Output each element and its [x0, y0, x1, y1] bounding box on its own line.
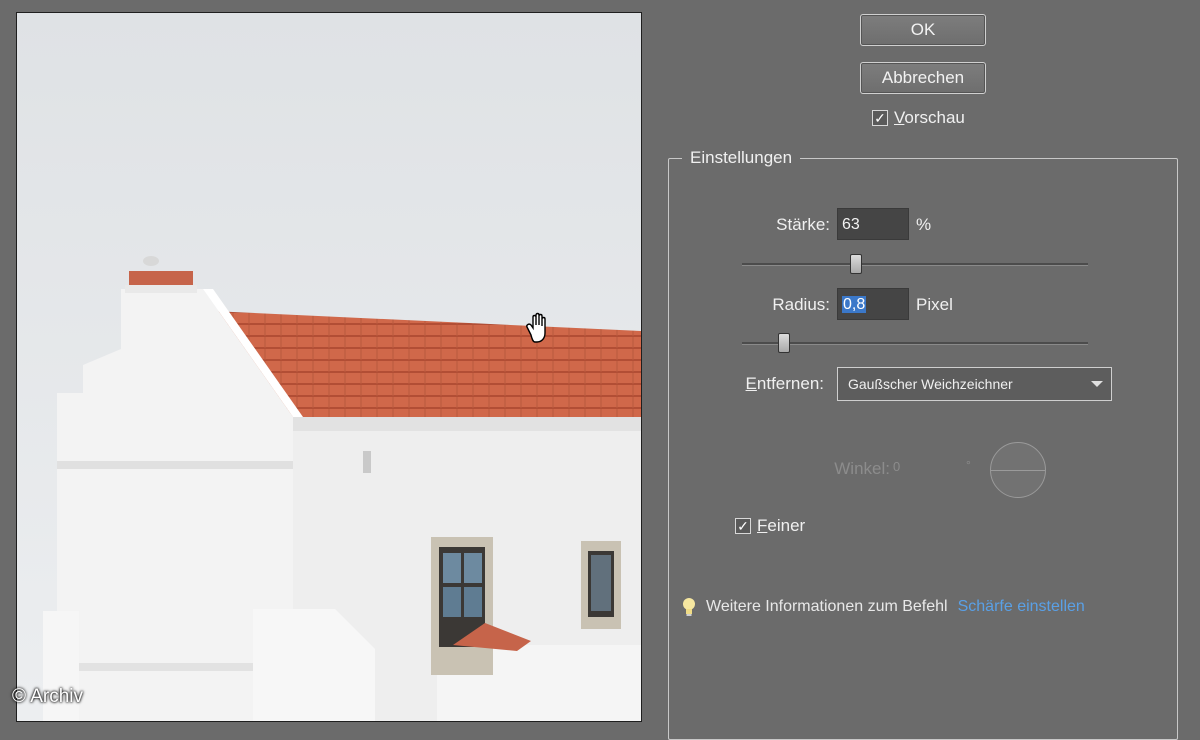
finer-checkmark-icon[interactable]: ✓	[735, 518, 751, 534]
house-photo	[17, 13, 641, 721]
settings-group	[668, 158, 1178, 740]
angle-dial-icon[interactable]	[990, 442, 1046, 498]
settings-legend: Einstellungen	[682, 148, 801, 168]
cancel-button[interactable]: Abbrechen	[860, 62, 986, 94]
amount-unit: %	[916, 215, 932, 234]
angle-value: 0	[893, 459, 901, 474]
info-row: Weitere Informationen zum Befehl Schärfe…	[682, 598, 1085, 616]
radius-input[interactable]: 0,8	[837, 288, 909, 320]
radius-label: Radius:	[772, 295, 830, 314]
preview-canvas[interactable]	[16, 12, 642, 722]
finer-label: Feiner	[757, 516, 806, 535]
radius-slider[interactable]	[742, 342, 1088, 345]
preview-toggle[interactable]: ✓ Vorschau	[872, 108, 965, 128]
ok-button[interactable]: OK	[860, 14, 986, 46]
remove-selected-value: Gaußscher Weichzeichner	[848, 376, 1013, 392]
angle-label: Winkel:	[834, 459, 890, 478]
amount-slider[interactable]	[742, 263, 1088, 266]
radius-value: 0,8	[842, 296, 867, 313]
remove-select[interactable]: Gaußscher Weichzeichner	[837, 367, 1112, 401]
lightbulb-icon	[683, 598, 695, 616]
radius-unit: Pixel	[916, 295, 953, 314]
angle-degree-symbol: °	[966, 458, 971, 472]
amount-label: Stärke:	[776, 215, 830, 234]
amount-slider-handle[interactable]	[850, 254, 863, 274]
copyright-text: © Archiv	[12, 686, 84, 707]
info-text: Weitere Informationen zum Befehl	[706, 598, 948, 615]
amount-input[interactable]: 63	[837, 208, 909, 240]
remove-label: Entfernen:	[745, 374, 824, 393]
finer-toggle[interactable]: ✓ Feiner	[735, 516, 805, 536]
radius-slider-handle[interactable]	[777, 333, 790, 353]
help-link[interactable]: Schärfe einstellen	[958, 598, 1085, 616]
checkmark-icon[interactable]: ✓	[872, 110, 888, 126]
dropdown-arrow-icon	[1091, 381, 1103, 387]
preview-toggle-label: Vorschau	[894, 108, 965, 127]
